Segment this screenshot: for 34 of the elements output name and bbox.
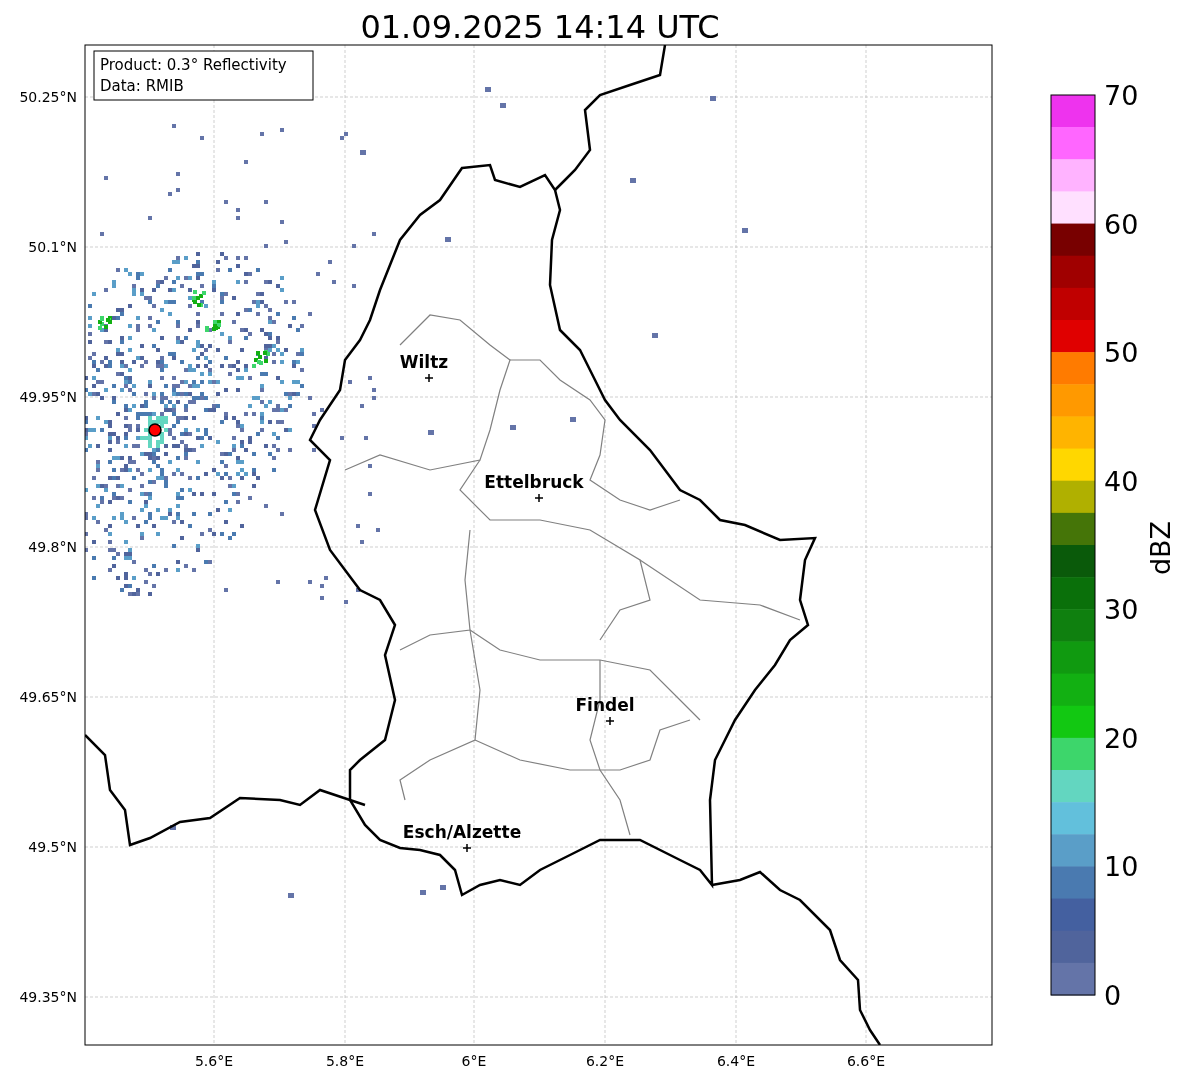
longitude-tick-label: 6°E	[461, 1053, 487, 1069]
place-marker-icon	[462, 843, 472, 853]
latitude-tick-label: 50.25°N	[19, 89, 77, 105]
place-marker-icon	[534, 493, 544, 503]
longitude-tick-label: 5.6°E	[194, 1053, 234, 1069]
colorbar-tick-label: 0	[1104, 980, 1122, 1011]
chart-title: 01.09.2025 14:14 UTC	[360, 8, 720, 46]
latitude-tick-label: 50.1°N	[28, 239, 77, 255]
longitude-tick-label: 5.8°E	[325, 1053, 365, 1069]
latitude-tick-label: 49.8°N	[28, 539, 77, 555]
longitude-tick-label: 6.6°E	[846, 1053, 886, 1069]
colorbar-label: dBZ	[1145, 520, 1176, 576]
colorbar-tick-label: 70	[1104, 80, 1139, 111]
info-text: Data: RMIB	[100, 77, 184, 95]
place-label: Findel	[575, 695, 635, 715]
latitude-tick-label: 49.35°N	[19, 989, 77, 1005]
colorbar-tick-label: 40	[1104, 465, 1139, 497]
place-label: Esch/Alzette	[402, 822, 522, 842]
place-marker-icon	[605, 716, 615, 726]
colorbar-tick-label: 60	[1104, 208, 1139, 240]
colorbar-tick-label: 50	[1104, 337, 1139, 369]
info-text: Product: 0.3° Reflectivity	[100, 56, 287, 74]
colorbar-tick-label: 10	[1104, 851, 1139, 883]
place-marker-icon	[424, 373, 434, 383]
colorbar-tick-label: 30	[1104, 594, 1139, 626]
radar-site-marker	[148, 423, 162, 437]
place-label: Wiltz	[399, 352, 449, 372]
latitude-tick-label: 49.65°N	[19, 689, 77, 705]
place-label: Ettelbruck	[484, 472, 584, 492]
colorbar-tick-label: 20	[1104, 722, 1139, 754]
latitude-tick-label: 49.5°N	[28, 839, 77, 855]
longitude-tick-label: 6.2°E	[585, 1053, 625, 1069]
latitude-tick-label: 49.95°N	[19, 389, 77, 405]
longitude-tick-label: 6.4°E	[716, 1053, 756, 1069]
